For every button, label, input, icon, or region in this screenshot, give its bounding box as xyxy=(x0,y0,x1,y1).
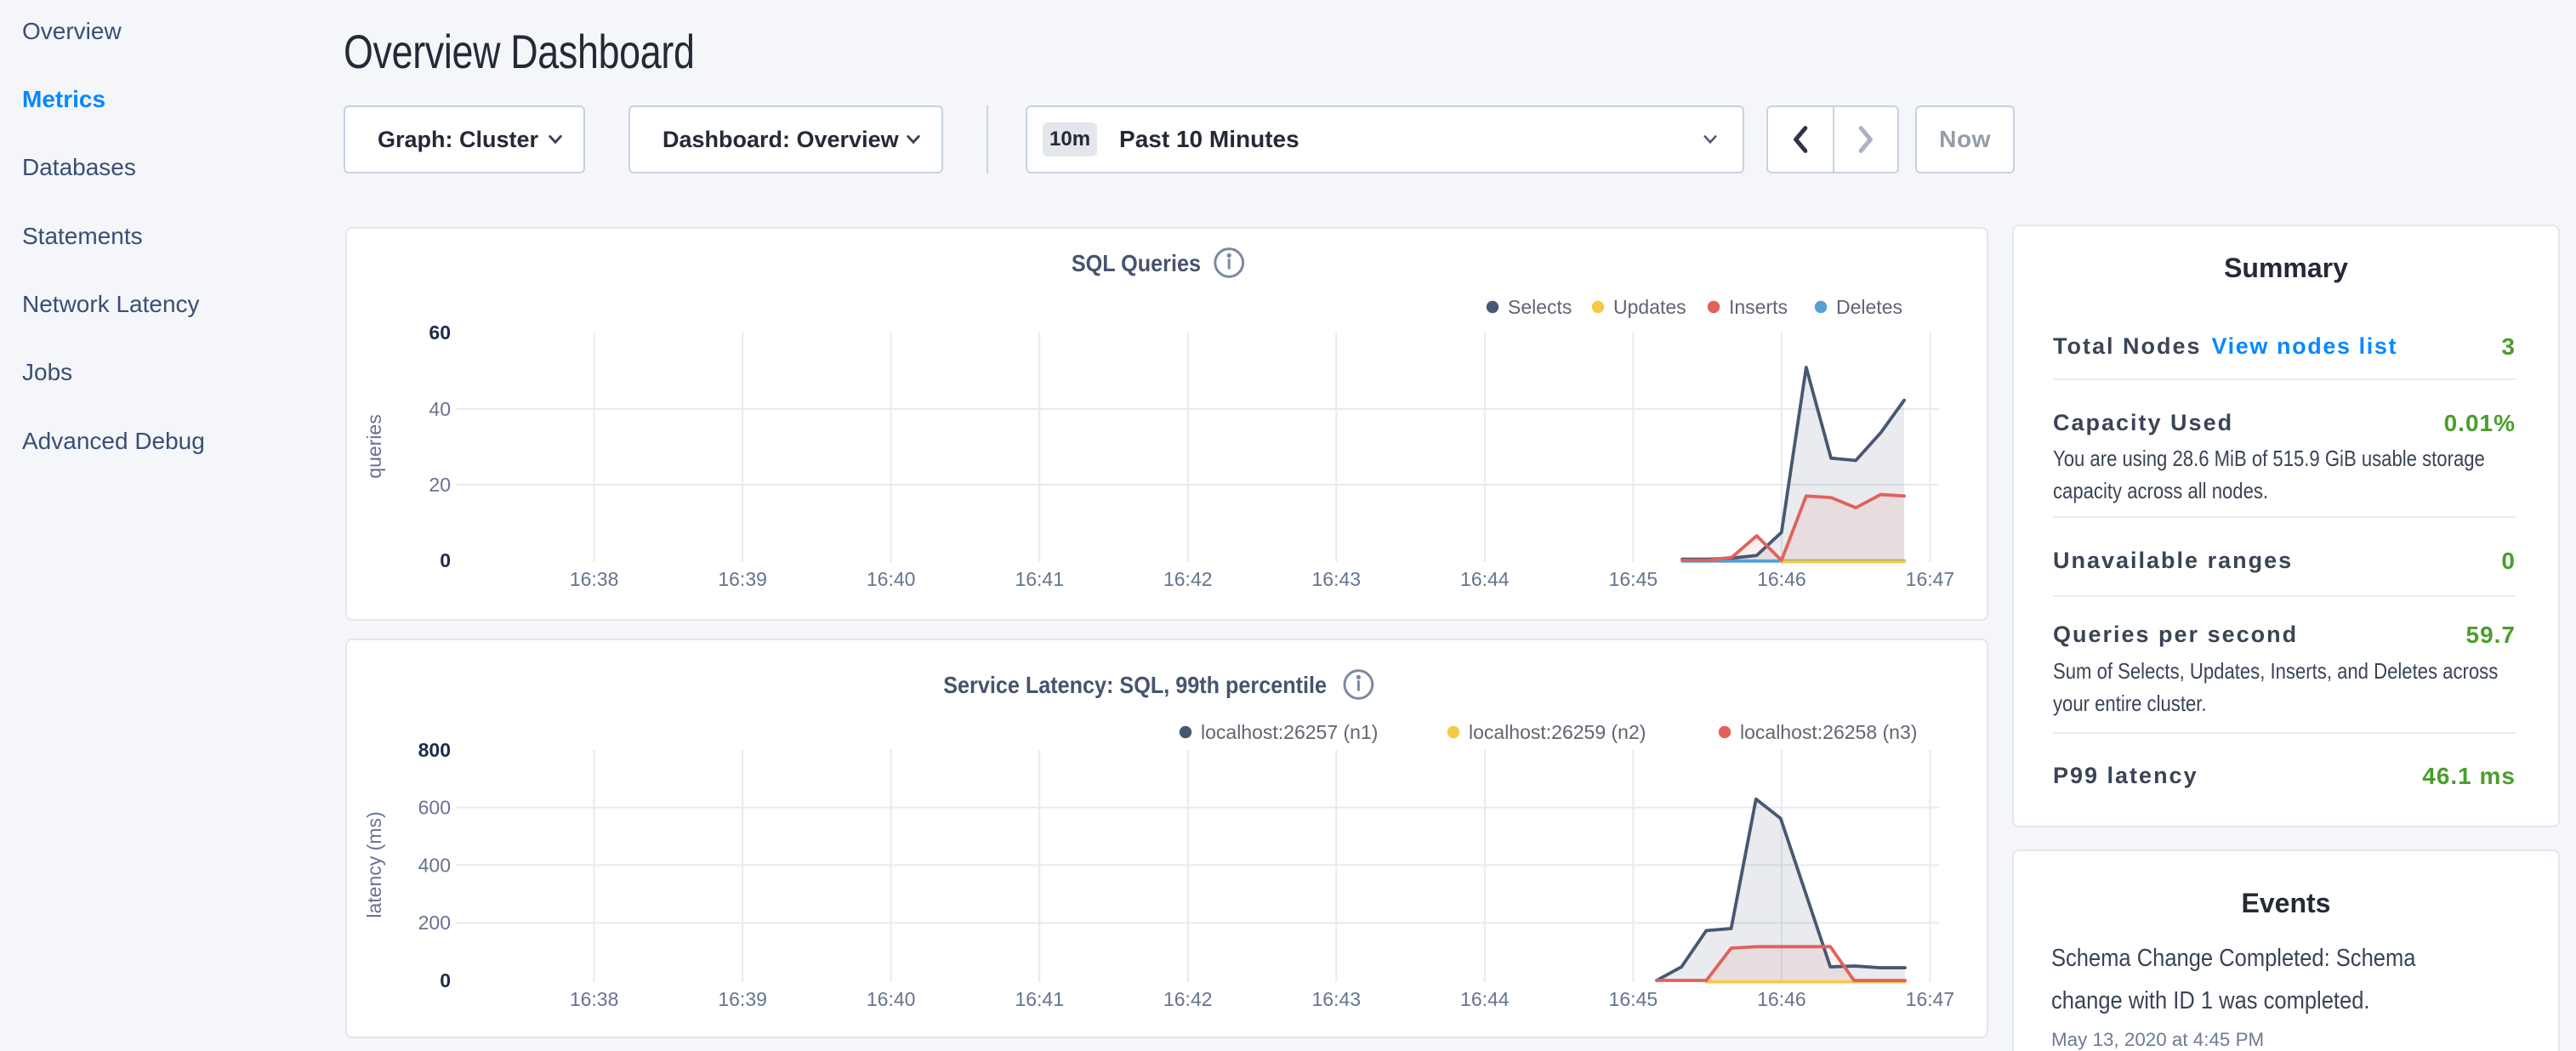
svg-text:16:45: 16:45 xyxy=(1609,988,1658,1010)
svg-text:localhost:26257 (n1): localhost:26257 (n1) xyxy=(1201,721,1378,743)
svg-text:20: 20 xyxy=(429,474,451,496)
svg-text:latency (ms): latency (ms) xyxy=(363,811,385,917)
svg-text:0: 0 xyxy=(440,969,451,991)
svg-text:16:45: 16:45 xyxy=(1609,568,1658,590)
svg-text:16:38: 16:38 xyxy=(570,988,619,1010)
svg-text:Updates: Updates xyxy=(1613,296,1686,318)
svg-text:Service Latency: SQL, 99th per: Service Latency: SQL, 99th percentile xyxy=(943,672,1327,699)
svg-text:40: 40 xyxy=(429,398,451,420)
svg-text:16:43: 16:43 xyxy=(1312,988,1362,1010)
svg-text:16:46: 16:46 xyxy=(1757,568,1806,590)
svg-text:16:44: 16:44 xyxy=(1460,568,1510,590)
svg-text:16:38: 16:38 xyxy=(570,568,619,590)
svg-text:16:43: 16:43 xyxy=(1312,568,1362,590)
svg-text:600: 600 xyxy=(418,797,451,819)
svg-text:16:42: 16:42 xyxy=(1163,568,1213,590)
svg-text:localhost:26259 (n2): localhost:26259 (n2) xyxy=(1469,721,1646,743)
svg-text:200: 200 xyxy=(418,912,451,934)
svg-text:Deletes: Deletes xyxy=(1836,296,1902,318)
svg-text:16:47: 16:47 xyxy=(1906,568,1955,590)
svg-text:16:40: 16:40 xyxy=(867,568,916,590)
svg-text:16:40: 16:40 xyxy=(867,988,916,1010)
svg-text:16:47: 16:47 xyxy=(1906,988,1955,1010)
svg-text:localhost:26258 (n3): localhost:26258 (n3) xyxy=(1740,721,1917,743)
svg-text:16:41: 16:41 xyxy=(1015,988,1064,1010)
svg-text:0: 0 xyxy=(440,549,451,571)
svg-text:Selects: Selects xyxy=(1508,296,1572,318)
svg-text:16:46: 16:46 xyxy=(1757,988,1806,1010)
svg-text:400: 400 xyxy=(418,854,451,876)
svg-text:16:39: 16:39 xyxy=(718,568,767,590)
svg-text:16:41: 16:41 xyxy=(1015,568,1064,590)
svg-text:60: 60 xyxy=(429,321,451,344)
svg-text:16:44: 16:44 xyxy=(1460,988,1510,1010)
svg-text:800: 800 xyxy=(418,739,451,761)
svg-text:Inserts: Inserts xyxy=(1729,296,1788,318)
svg-text:queries: queries xyxy=(363,414,385,478)
svg-text:SQL Queries: SQL Queries xyxy=(1072,250,1201,277)
svg-text:16:42: 16:42 xyxy=(1163,988,1213,1010)
svg-text:16:39: 16:39 xyxy=(718,988,767,1010)
